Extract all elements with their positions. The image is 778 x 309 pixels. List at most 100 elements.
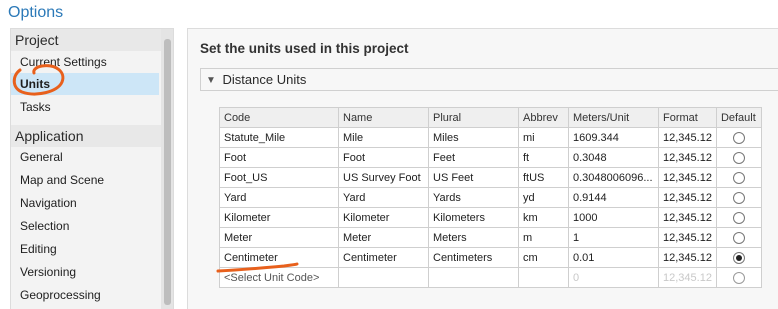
name-cell[interactable]: Mile: [338, 127, 429, 148]
sidebar-scrollbar-thumb[interactable]: [164, 39, 171, 305]
plural-cell[interactable]: Miles: [428, 127, 519, 148]
default-cell: [715, 247, 762, 268]
meters-per-unit-cell[interactable]: 1: [568, 227, 659, 248]
column-header-meters-per-unit[interactable]: Meters/Unit: [568, 107, 659, 128]
sidebar-item-navigation[interactable]: Navigation: [11, 192, 159, 214]
default-cell: [715, 267, 762, 288]
page-title: Set the units used in this project: [200, 41, 409, 56]
abbrev-cell[interactable]: cm: [518, 247, 569, 268]
options-sidebar: Project Current Settings Units Tasks App…: [10, 28, 174, 309]
default-radio[interactable]: [732, 151, 745, 164]
default-radio[interactable]: [732, 171, 745, 184]
code-cell[interactable]: Kilometer: [219, 207, 339, 228]
code-cell[interactable]: Yard: [219, 187, 339, 208]
code-cell[interactable]: Foot: [219, 147, 339, 168]
name-cell[interactable]: US Survey Foot: [338, 167, 429, 188]
table-row[interactable]: Foot_US US Survey Foot US Feet ftUS 0.304800…: [219, 167, 762, 188]
distance-units-expander[interactable]: ▼ Distance Units: [200, 68, 778, 91]
name-cell[interactable]: [338, 267, 429, 288]
meters-per-unit-cell[interactable]: 0.9144: [568, 187, 659, 208]
sidebar-item-editing[interactable]: Editing: [11, 238, 159, 260]
table-row[interactable]: Kilometer Kilometer Kilometers km 1000 12,345…: [219, 207, 762, 228]
default-radio[interactable]: [732, 231, 745, 244]
sidebar-item-tasks[interactable]: Tasks: [11, 96, 159, 118]
default-cell: [715, 207, 762, 228]
meters-per-unit-cell[interactable]: 0: [568, 267, 659, 288]
format-cell[interactable]: 12,345.12: [658, 187, 717, 208]
sidebar-item-selection[interactable]: Selection: [11, 215, 159, 237]
code-cell[interactable]: Centimeter: [219, 247, 339, 268]
format-cell[interactable]: 12,345.12: [658, 147, 717, 168]
default-radio[interactable]: [732, 251, 745, 264]
abbrev-cell[interactable]: km: [518, 207, 569, 228]
table-row[interactable]: Meter Meter Meters m 1 12,345.12: [219, 227, 762, 248]
default-radio[interactable]: [732, 211, 745, 224]
table-header-row: Code Name Plural Abbrev Meters/Unit Form…: [219, 107, 762, 128]
abbrev-cell[interactable]: m: [518, 227, 569, 248]
column-header-default[interactable]: Default: [715, 107, 762, 128]
table-row[interactable]: Yard Yard Yards yd 0.9144 12,345.12: [219, 187, 762, 208]
default-cell: [715, 147, 762, 168]
column-header-format[interactable]: Format: [658, 107, 717, 128]
sidebar-item-map-and-scene[interactable]: Map and Scene: [11, 169, 159, 191]
code-cell[interactable]: Meter: [219, 227, 339, 248]
window-title: Options: [8, 4, 64, 21]
code-cell[interactable]: Statute_Mile: [219, 127, 339, 148]
format-cell[interactable]: 12,345.12: [658, 127, 717, 148]
meters-per-unit-cell[interactable]: 0.3048006096...: [568, 167, 659, 188]
abbrev-cell[interactable]: ftUS: [518, 167, 569, 188]
column-header-name[interactable]: Name: [338, 107, 429, 128]
plural-cell[interactable]: Meters: [428, 227, 519, 248]
default-cell: [715, 187, 762, 208]
format-cell[interactable]: 12,345.12: [658, 227, 717, 248]
new-unit-row[interactable]: <Select Unit Code> 0 12,345.12: [219, 267, 762, 288]
default-cell: [715, 127, 762, 148]
name-cell[interactable]: Kilometer: [338, 207, 429, 228]
meters-per-unit-cell[interactable]: 1609.344: [568, 127, 659, 148]
name-cell[interactable]: Meter: [338, 227, 429, 248]
plural-cell[interactable]: US Feet: [428, 167, 519, 188]
distance-units-table: Code Name Plural Abbrev Meters/Unit Form…: [219, 107, 762, 288]
table-row[interactable]: Statute_Mile Mile Miles mi 1609.344 12,345.12: [219, 127, 762, 148]
chevron-down-icon: ▼: [206, 75, 216, 86]
format-cell[interactable]: 12,345.12: [658, 247, 717, 268]
default-radio[interactable]: [732, 191, 745, 204]
sidebar-item-versioning[interactable]: Versioning: [11, 261, 159, 283]
sidebar-item-general[interactable]: General: [11, 146, 159, 168]
column-header-abbrev[interactable]: Abbrev: [518, 107, 569, 128]
format-cell[interactable]: 12,345.12: [658, 207, 717, 228]
plural-cell[interactable]: Feet: [428, 147, 519, 168]
sidebar-item-geoprocessing[interactable]: Geoprocessing: [11, 284, 159, 306]
abbrev-cell[interactable]: mi: [518, 127, 569, 148]
section-header-project: Project: [11, 29, 161, 51]
column-header-plural[interactable]: Plural: [428, 107, 519, 128]
select-unit-code-cell[interactable]: <Select Unit Code>: [219, 267, 339, 288]
expander-label: Distance Units: [222, 72, 307, 87]
meters-per-unit-cell[interactable]: 0.01: [568, 247, 659, 268]
sidebar-item-current-settings[interactable]: Current Settings: [11, 51, 159, 73]
section-header-application: Application: [11, 125, 161, 147]
default-radio[interactable]: [732, 131, 745, 144]
code-cell[interactable]: Foot_US: [219, 167, 339, 188]
table-body: Statute_Mile Mile Miles mi 1609.344 12,345.12…: [219, 127, 762, 288]
plural-cell[interactable]: [428, 267, 519, 288]
table-row[interactable]: Centimeter Centimeter Centimeters cm 0.01 12,…: [219, 247, 762, 268]
format-cell[interactable]: 12,345.12: [658, 167, 717, 188]
abbrev-cell[interactable]: yd: [518, 187, 569, 208]
plural-cell[interactable]: Centimeters: [428, 247, 519, 268]
column-header-code[interactable]: Code: [219, 107, 339, 128]
abbrev-cell[interactable]: ft: [518, 147, 569, 168]
format-cell[interactable]: 12,345.12: [658, 267, 717, 288]
meters-per-unit-cell[interactable]: 0.3048: [568, 147, 659, 168]
sidebar-scrollbar[interactable]: [161, 29, 173, 309]
abbrev-cell[interactable]: [518, 267, 569, 288]
name-cell[interactable]: Yard: [338, 187, 429, 208]
meters-per-unit-cell[interactable]: 1000: [568, 207, 659, 228]
name-cell[interactable]: Centimeter: [338, 247, 429, 268]
plural-cell[interactable]: Yards: [428, 187, 519, 208]
table-row[interactable]: Foot Foot Feet ft 0.3048 12,345.12: [219, 147, 762, 168]
sidebar-item-units[interactable]: Units: [11, 73, 159, 95]
default-radio[interactable]: [732, 271, 745, 284]
name-cell[interactable]: Foot: [338, 147, 429, 168]
plural-cell[interactable]: Kilometers: [428, 207, 519, 228]
